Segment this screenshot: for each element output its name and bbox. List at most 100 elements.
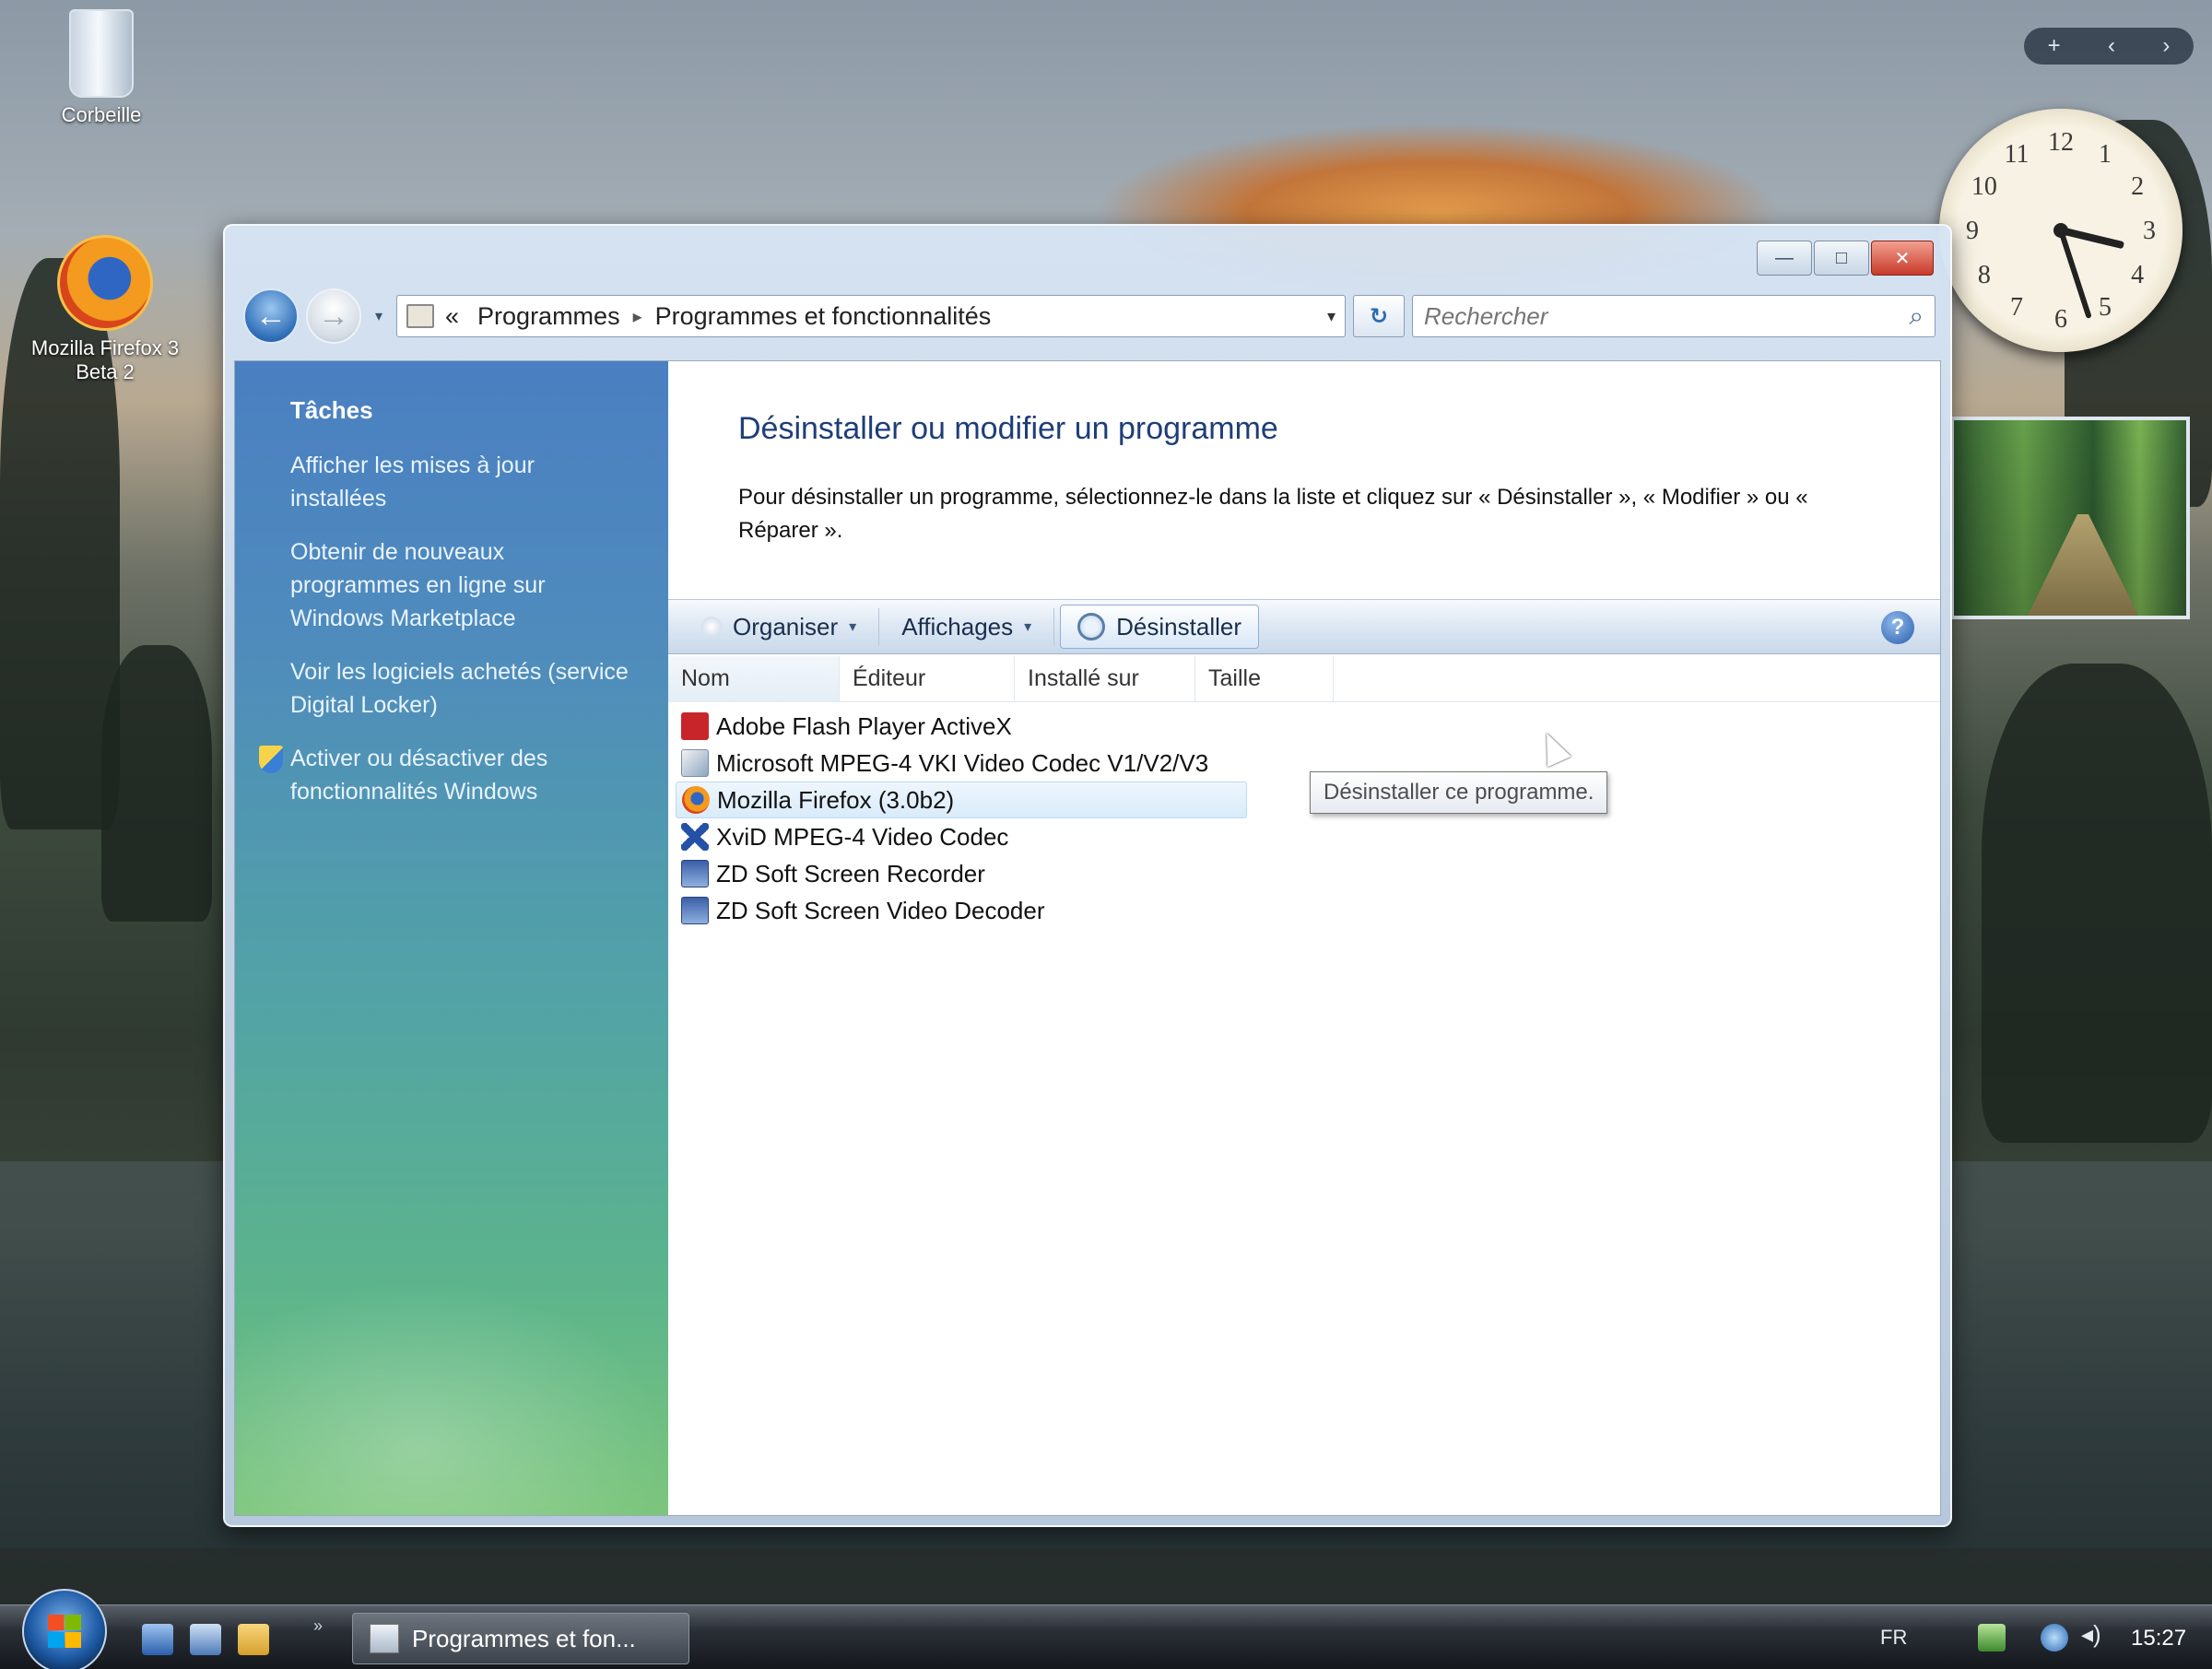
organize-icon [701,617,722,637]
desktop-icon-firefox[interactable]: Mozilla Firefox 3 Beta 2 [13,235,197,384]
clock-numeral: 11 [2004,139,2030,169]
search-input[interactable] [1424,301,1910,331]
program-row[interactable]: Microsoft MPEG-4 VKI Video Codec V1/V2/V… [676,745,1247,782]
language-indicator[interactable]: FR [1880,1626,1907,1650]
program-name: XviD MPEG-4 Video Codec [716,822,1009,851]
clock-numeral: 6 [2054,305,2067,334]
recycle-bin-icon [69,9,134,98]
taskbar: » Programmes et fon... FR ◂) 15:27 [0,1589,2212,1669]
uninstall-icon [1077,613,1106,641]
add-gadget-button[interactable]: + [2048,33,2061,59]
task-view-installed-updates[interactable]: Afficher les mises à jour installées [290,449,631,515]
uninstall-button[interactable]: Désinstaller [1060,605,1259,649]
command-separator [878,608,880,645]
column-header-publisher[interactable]: Éditeur [840,655,1015,702]
control-panel-icon [406,304,434,328]
program-row[interactable]: ZD Soft Screen Video Decoder [676,892,1247,929]
quicklaunch-more-button[interactable]: » [313,1616,323,1636]
control-panel-icon [370,1624,399,1653]
task-turn-windows-features[interactable]: Activer ou désactiver des fonctionnalité… [290,742,631,808]
xvid-icon [681,823,709,851]
clock-numeral: 3 [2143,217,2156,245]
clock-numeral: 4 [2131,261,2145,289]
page-description: Pour désinstaller un programme, sélectio… [738,485,1808,543]
program-row[interactable]: Adobe Flash Player ActiveX [676,708,1247,745]
switch-windows-icon[interactable] [190,1624,221,1655]
show-desktop-icon[interactable] [142,1624,173,1655]
caption-buttons: — □ ✕ [1757,241,1934,276]
task-view-purchased-software[interactable]: Voir les logiciels achetés (service Digi… [290,655,631,722]
organize-button[interactable]: Organiser ▾ [685,605,873,649]
slideshow-gadget[interactable] [1950,417,2190,619]
firefox-icon [682,786,710,814]
views-label: Affichages [901,612,1014,641]
chevron-down-icon: ▾ [849,619,857,635]
desktop-icon-label: Corbeille [61,103,142,126]
clock-gadget[interactable]: 12 1 2 3 4 5 6 7 8 9 10 11 [1939,109,2183,352]
wallpaper-tree [1982,664,2212,1143]
search-icon[interactable]: ⌕ [1909,301,1924,332]
task-windows-features-row: Activer ou désactiver des fonctionnalité… [259,742,631,829]
volume-icon[interactable]: ◂) [2081,1620,2101,1648]
breadcrumb-separator[interactable]: ▸ [633,305,642,328]
navigation-bar: ← → ▾ « Programmes ▸ Programmes et fonct… [243,288,1936,344]
breadcrumb-programs-features[interactable]: Programmes et fonctionnalités [655,302,992,331]
maximize-button[interactable]: □ [1814,241,1869,276]
breadcrumb-programmes[interactable]: Programmes [477,302,620,331]
taskbar-button-label: Programmes et fon... [412,1624,636,1652]
clock-numeral: 8 [1977,261,1991,289]
taskbar-clock[interactable]: 15:27 [2131,1626,2186,1651]
refresh-button[interactable]: ↻ [1353,295,1405,337]
tasks-heading: Tâches [290,396,373,424]
taskbar-button-programs[interactable]: Programmes et fon... [352,1613,689,1664]
clock-numeral: 5 [2099,293,2112,323]
column-header-name[interactable]: Nom [668,655,840,702]
main-pane: Désinstaller ou modifier un programme Po… [668,361,1940,1515]
column-header-installed-on[interactable]: Installé sur [1015,655,1195,702]
program-row[interactable]: ZD Soft Screen Recorder [676,855,1247,892]
tasks-pane: Tâches Afficher les mises à jour install… [235,361,668,1515]
windows-update-icon[interactable] [2041,1624,2068,1651]
clock-numeral: 1 [2099,139,2112,169]
start-button[interactable] [22,1589,107,1669]
network-icon[interactable] [1978,1624,2006,1651]
program-row[interactable]: XviD MPEG-4 Video Codec [676,818,1247,855]
clock-numeral: 9 [1966,217,1979,245]
program-row-selected[interactable]: Mozilla Firefox (3.0b2) [676,782,1247,818]
window-content: Tâches Afficher les mises à jour install… [234,360,1941,1516]
help-button[interactable]: ? [1881,611,1914,644]
explorer-folder-icon[interactable] [238,1624,269,1655]
program-name: ZD Soft Screen Recorder [716,859,985,887]
previous-gadget-button[interactable]: ‹ [2108,33,2115,59]
clock-numeral: 7 [2010,293,2023,323]
close-button[interactable]: ✕ [1871,241,1934,276]
zd-soft-icon [681,860,709,887]
program-name: ZD Soft Screen Video Decoder [716,896,1045,924]
organize-label: Organiser [733,612,839,641]
clock-numeral: 12 [2048,128,2074,157]
chevron-down-icon: ▾ [1024,619,1032,635]
program-name: Adobe Flash Player ActiveX [716,711,1012,740]
clock-numeral: 10 [1971,172,1997,201]
zd-soft-icon [681,897,709,924]
search-box: ⌕ [1412,295,1936,337]
address-overflow[interactable]: « [445,302,459,331]
task-get-programs-marketplace[interactable]: Obtenir de nouveaux programmes en ligne … [290,535,631,635]
windows-logo-icon [48,1615,81,1648]
next-gadget-button[interactable]: › [2162,33,2170,59]
address-bar[interactable]: « Programmes ▸ Programmes et fonctionnal… [396,295,1346,337]
minimize-button[interactable]: — [1757,241,1812,276]
firefox-icon [57,235,153,331]
back-button[interactable]: ← [243,288,299,344]
recent-pages-button[interactable]: ▾ [369,307,389,325]
program-name: Mozilla Firefox (3.0b2) [717,785,955,814]
desktop-icon-recycle-bin[interactable]: Corbeille [18,9,184,127]
address-dropdown-icon[interactable]: ▾ [1327,307,1335,326]
column-header-size[interactable]: Taille [1195,655,1334,702]
command-bar: Organiser ▾ Affichages ▾ Désinstaller ? [668,599,1940,654]
wallpaper-tree [101,645,212,922]
uninstall-tooltip: Désinstaller ce programme. [1310,771,1608,814]
views-button[interactable]: Affichages ▾ [885,605,1048,649]
forward-button[interactable]: → [306,288,361,344]
slideshow-photo-path [2028,514,2138,616]
